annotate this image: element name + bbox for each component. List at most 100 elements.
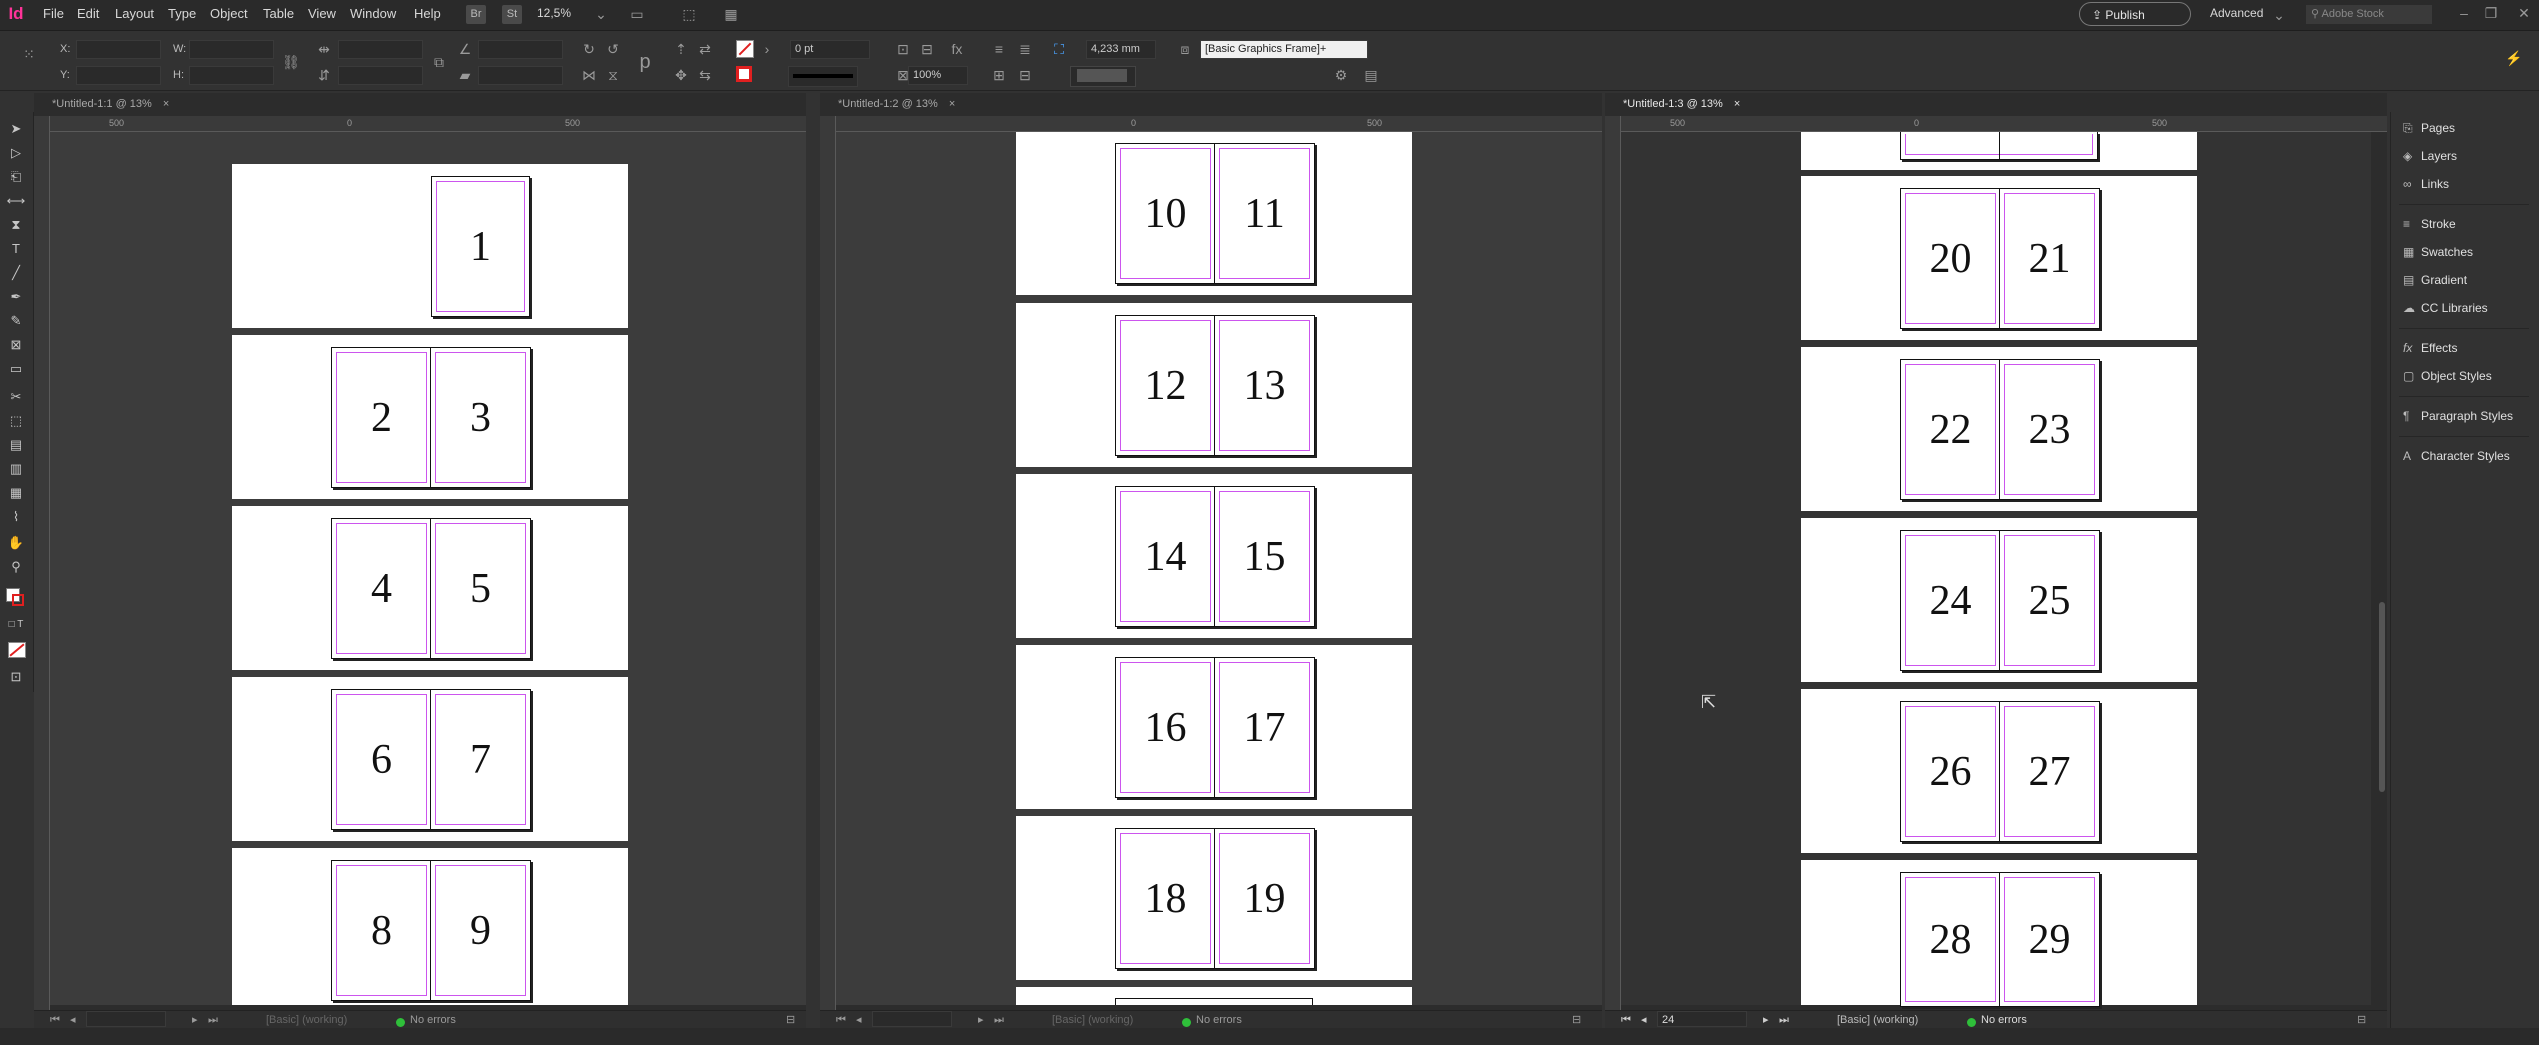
panel-stroke[interactable]: ≡ Stroke <box>2403 214 2456 234</box>
page-tool-icon[interactable]: ⎗ <box>6 168 26 186</box>
page[interactable]: 5 <box>430 518 531 659</box>
pencil-tool-icon[interactable]: ✎ <box>6 312 26 330</box>
align-left-icon[interactable]: ≡ <box>990 40 1008 58</box>
menu-layout[interactable]: Layout <box>115 6 154 21</box>
pasteboard[interactable]: 1 2 3 4 5 6 7 8 9 <box>50 132 806 1005</box>
preflight-errors[interactable]: No errors <box>410 1011 456 1029</box>
page-number-field[interactable] <box>86 1011 166 1027</box>
line-tool-icon[interactable]: ╱ <box>6 264 26 282</box>
previous-page-icon[interactable]: ◂ <box>1641 1011 1647 1029</box>
spread[interactable]: 10 11 <box>1016 132 1412 295</box>
page[interactable]: 24 <box>1900 530 2001 671</box>
page[interactable]: 26 <box>1900 701 2001 842</box>
page[interactable]: 16 <box>1115 657 1216 798</box>
menu-type[interactable]: Type <box>168 6 196 21</box>
page[interactable]: 27 <box>1999 701 2100 842</box>
distribute-spacing-icon[interactable]: ⊟ <box>1016 66 1034 84</box>
distribute-icon[interactable]: ⊞ <box>990 66 1008 84</box>
last-page-icon[interactable]: ⏭ <box>208 1011 218 1029</box>
stock-search-input[interactable]: ⚲ Adobe Stock <box>2306 5 2432 24</box>
rotate-ccw-icon[interactable]: ↺ <box>604 40 622 58</box>
page[interactable]: 10 <box>1115 143 1216 284</box>
page[interactable]: 17 <box>1214 657 1315 798</box>
page-number-field[interactable] <box>872 1011 952 1027</box>
rectangle-tool-icon[interactable]: ▭ <box>6 360 26 378</box>
select-content-icon[interactable]: ✥ <box>672 66 690 84</box>
menu-edit[interactable]: Edit <box>77 6 99 21</box>
first-page-icon[interactable]: ⏮ <box>836 1011 846 1029</box>
stroke-weight-field[interactable]: 0 pt <box>790 40 870 59</box>
page[interactable]: 20 <box>1900 188 2001 329</box>
stock-button[interactable]: St <box>502 5 522 24</box>
page[interactable]: 7 <box>430 689 531 830</box>
note-tool-icon[interactable]: ▦ <box>6 484 26 502</box>
document-style-label[interactable]: [Basic] (working) <box>1052 1011 1133 1029</box>
document-tab-2[interactable]: *Untitled-1:2 @ 13% × <box>820 93 1602 116</box>
page[interactable]: 6 <box>331 689 432 830</box>
spread[interactable]: 4 5 <box>232 506 628 670</box>
page[interactable] <box>1115 998 1313 1005</box>
opacity-field[interactable]: 100% <box>908 66 968 85</box>
width-field[interactable] <box>189 40 274 59</box>
hand-tool-icon[interactable]: ✋ <box>6 534 26 552</box>
menu-help[interactable]: Help <box>414 6 441 21</box>
spread[interactable]: 28 29 <box>1801 860 2197 1007</box>
panel-options-icon[interactable]: ▤ <box>1362 66 1380 84</box>
page[interactable]: 1 <box>431 176 530 317</box>
zoom-level[interactable]: 12,5% <box>537 6 571 20</box>
zoom-tool-icon[interactable]: ⚲ <box>6 558 26 576</box>
eyedropper-tool-icon[interactable]: ⌇ <box>6 508 26 526</box>
chevron-down-icon[interactable]: ⌄ <box>2270 6 2288 24</box>
y-field[interactable] <box>76 66 161 85</box>
document-style-label[interactable]: [Basic] (working) <box>266 1011 347 1029</box>
fit-content-icon[interactable]: ⊟ <box>918 40 936 58</box>
pen-tool-icon[interactable]: ✒ <box>6 288 26 306</box>
page[interactable]: 4 <box>331 518 432 659</box>
spread[interactable]: 26 27 <box>1801 689 2197 853</box>
free-transform-tool-icon[interactable]: ⬚ <box>6 412 26 430</box>
page[interactable]: 19 <box>1214 828 1315 969</box>
constrain-proportions-icon[interactable]: ⛓ <box>282 53 300 71</box>
page[interactable]: 18 <box>1115 828 1216 969</box>
rectangle-frame-tool-icon[interactable]: ⊠ <box>6 336 26 354</box>
stroke-box[interactable] <box>12 594 24 606</box>
split-window-icon[interactable]: ⊟ <box>1572 1011 1581 1029</box>
close-tab-icon[interactable]: × <box>1734 98 1740 110</box>
stroke-type-select[interactable] <box>788 66 858 87</box>
panel-character-styles[interactable]: A Character Styles <box>2403 446 2510 466</box>
page[interactable]: 28 <box>1900 872 2001 1007</box>
next-page-icon[interactable]: ▸ <box>1763 1011 1769 1029</box>
select-container-icon[interactable]: ⇡ <box>672 40 690 58</box>
gradient-swatch-tool-icon[interactable]: ▤ <box>6 436 26 454</box>
align-center-icon[interactable]: ≣ <box>1016 40 1034 58</box>
page[interactable]: 9 <box>430 860 531 1001</box>
scale-x-field[interactable] <box>338 40 423 59</box>
page[interactable]: 25 <box>1999 530 2100 671</box>
document-tab-1[interactable]: *Untitled-1:1 @ 13% × <box>34 93 806 116</box>
workspace-switcher[interactable]: Advanced <box>2210 6 2263 20</box>
menu-view[interactable]: View <box>308 6 336 21</box>
fill-swatch[interactable] <box>736 40 754 58</box>
auto-fit-icon[interactable]: ⛶ <box>1050 40 1068 58</box>
frame-fitting-icon[interactable]: ⊡ <box>894 40 912 58</box>
spread[interactable]: 16 17 <box>1016 645 1412 809</box>
height-field[interactable] <box>189 66 274 85</box>
flip-horizontal-icon[interactable]: ⋈ <box>580 66 598 84</box>
page[interactable]: 22 <box>1900 359 2001 500</box>
menu-object[interactable]: Object <box>210 6 248 21</box>
page[interactable]: 15 <box>1214 486 1315 627</box>
view-options-icon[interactable]: ▭ <box>628 5 646 23</box>
selection-tool-icon[interactable]: ➤ <box>6 120 26 138</box>
panel-pages[interactable]: ⎘ Pages <box>2403 118 2455 138</box>
gradient-feather-tool-icon[interactable]: ▥ <box>6 460 26 478</box>
maximize-icon[interactable]: ❐ <box>2482 4 2500 22</box>
minimize-icon[interactable]: – <box>2455 4 2473 22</box>
corner-shape-select[interactable] <box>1070 66 1136 87</box>
previous-page-icon[interactable]: ◂ <box>856 1011 862 1029</box>
document-style-label[interactable]: [Basic] (working) <box>1837 1011 1918 1029</box>
reference-point-icon[interactable]: ⁙ <box>20 45 38 63</box>
spread[interactable]: 18 19 <box>1016 816 1412 980</box>
spread[interactable]: 24 25 <box>1801 518 2197 682</box>
last-page-icon[interactable]: ⏭ <box>1779 1011 1789 1029</box>
panel-swatches[interactable]: ▦ Swatches <box>2403 242 2473 262</box>
